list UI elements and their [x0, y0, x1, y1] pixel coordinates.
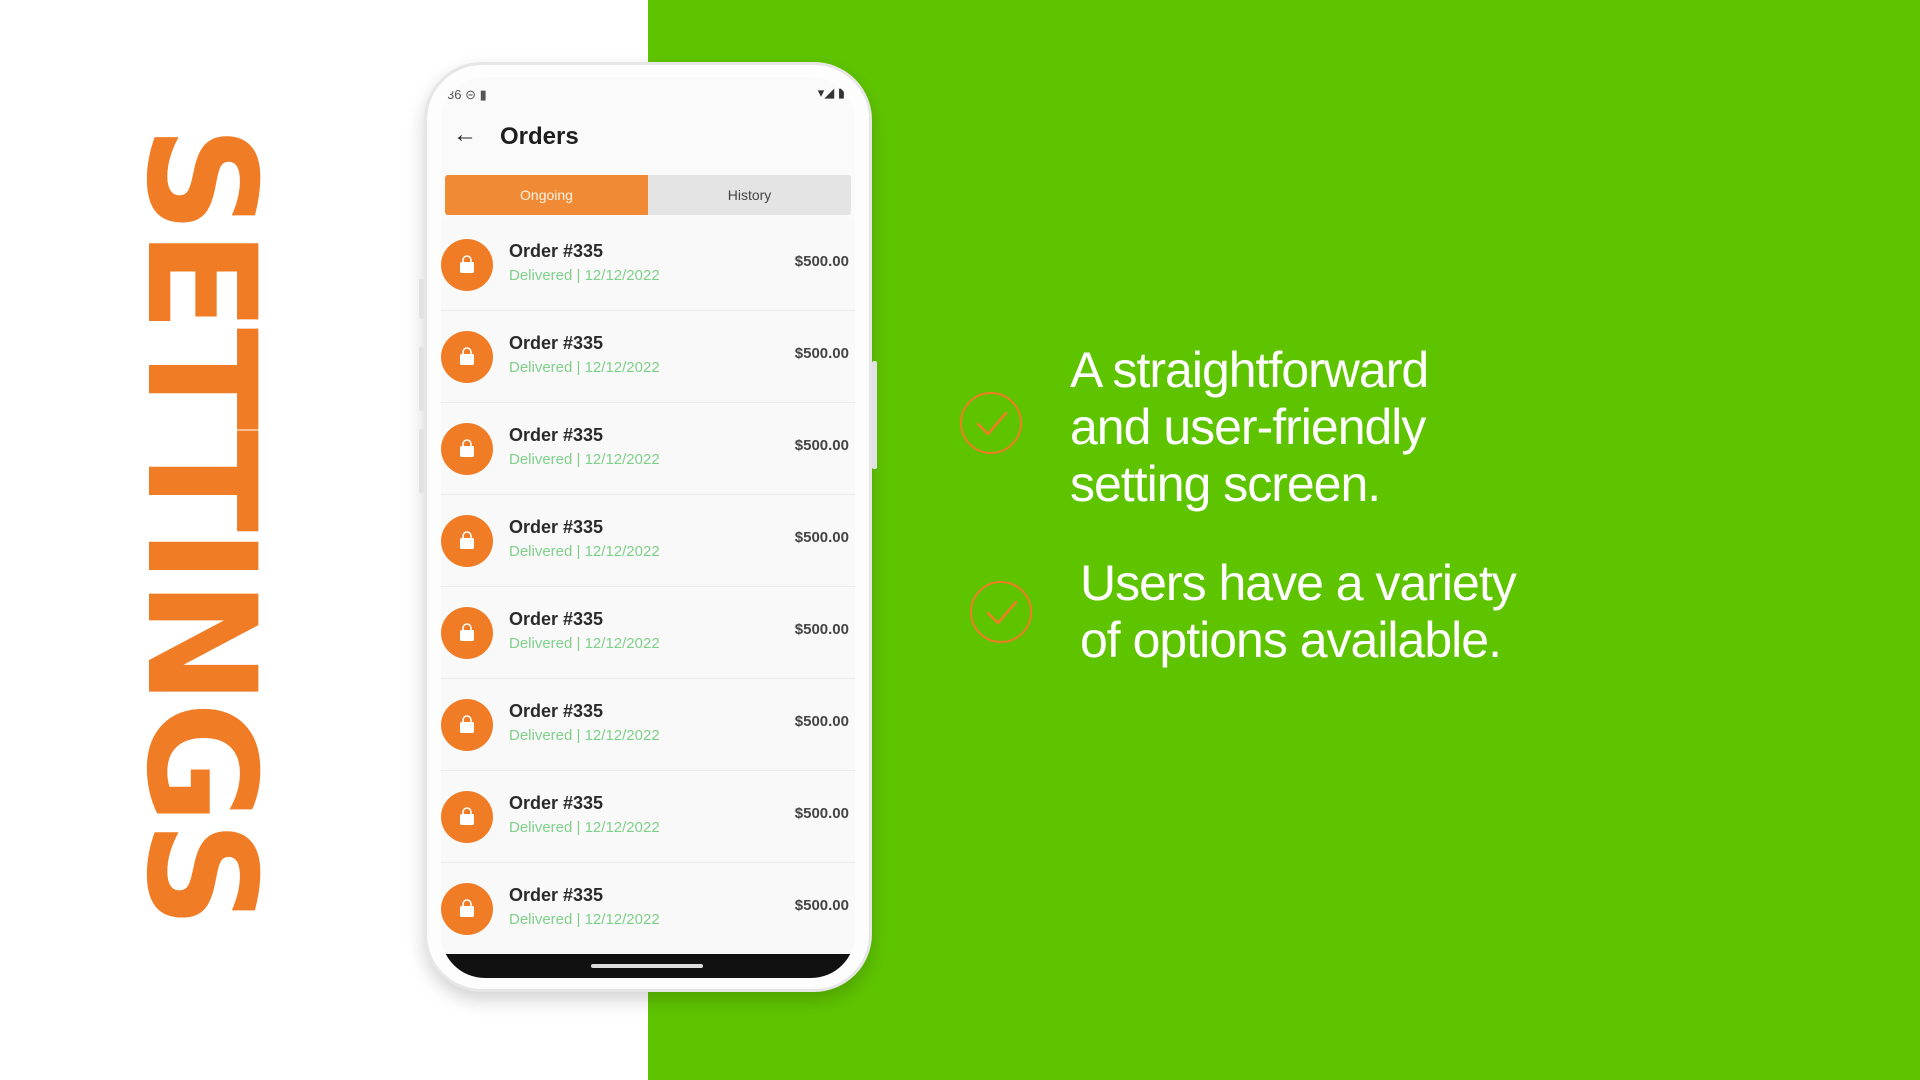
- order-status: Delivered | 12/12/2022: [509, 819, 660, 836]
- phone-mockup: 36 ⊝ ▮ ▾◢ ▮ ← Orders Ongoing History Ord…: [419, 62, 877, 992]
- order-title: Order #335: [509, 333, 604, 353]
- order-status: Delivered | 12/12/2022: [509, 267, 660, 284]
- order-title: Order #335: [509, 793, 604, 813]
- order-status: Delivered | 12/12/2022: [509, 359, 660, 376]
- tab-ongoing[interactable]: Ongoing: [445, 175, 648, 215]
- shopping-bag-icon: [441, 607, 493, 659]
- order-list-item[interactable]: Order #335 Delivered | 12/12/2022 $500.0…: [441, 403, 855, 495]
- status-bar-right: ▾◢ ▮: [817, 85, 845, 100]
- order-list-item[interactable]: Order #335 Delivered | 12/12/2022 $500.0…: [441, 679, 855, 771]
- orders-list: Order #335 Delivered | 12/12/2022 $500.0…: [441, 219, 855, 955]
- status-bar-left: 36 ⊝ ▮: [447, 87, 487, 102]
- phone-power-button: [872, 361, 877, 469]
- shopping-bag-icon: [441, 423, 493, 475]
- order-price: $500.00: [794, 529, 849, 546]
- order-status: Delivered | 12/12/2022: [509, 727, 660, 744]
- feature-text: Users have a variety of options availabl…: [1080, 555, 1517, 668]
- order-title: Order #335: [509, 701, 604, 721]
- order-list-item[interactable]: Order #335 Delivered | 12/12/2022 $500.0…: [441, 495, 855, 587]
- order-title: Order #335: [509, 241, 604, 261]
- feature-text: A straightforward and user-friendly sett…: [1070, 342, 1429, 512]
- home-gesture-pill[interactable]: [591, 964, 703, 968]
- order-price: $500.00: [794, 621, 849, 638]
- phone-side-button: [419, 279, 424, 319]
- phone-side-button: [419, 347, 424, 411]
- status-bar: 36 ⊝ ▮ ▾◢ ▮: [441, 77, 855, 111]
- order-title: Order #335: [509, 885, 604, 905]
- order-title: Order #335: [509, 425, 604, 445]
- order-list-item[interactable]: Order #335 Delivered | 12/12/2022 $500.0…: [441, 587, 855, 679]
- shopping-bag-icon: [441, 699, 493, 751]
- order-price: $500.00: [794, 253, 849, 270]
- order-list-item[interactable]: Order #335 Delivered | 12/12/2022 $500.0…: [441, 863, 855, 955]
- settings-heading: SETTINGS: [113, 125, 287, 925]
- order-price: $500.00: [794, 345, 849, 362]
- shopping-bag-icon: [441, 791, 493, 843]
- phone-screen: 36 ⊝ ▮ ▾◢ ▮ ← Orders Ongoing History Ord…: [441, 77, 855, 978]
- page-title: Orders: [500, 123, 579, 150]
- system-nav-bar: [441, 954, 855, 978]
- arrow-back-icon[interactable]: ←: [453, 123, 477, 147]
- order-status: Delivered | 12/12/2022: [509, 911, 660, 928]
- shopping-bag-icon: [441, 515, 493, 567]
- order-price: $500.00: [794, 437, 849, 454]
- order-status: Delivered | 12/12/2022: [509, 635, 660, 652]
- order-price: $500.00: [794, 897, 849, 914]
- order-price: $500.00: [794, 713, 849, 730]
- order-status: Delivered | 12/12/2022: [509, 543, 660, 560]
- order-title: Order #335: [509, 609, 604, 629]
- order-list-item[interactable]: Order #335 Delivered | 12/12/2022 $500.0…: [441, 311, 855, 403]
- shopping-bag-icon: [441, 331, 493, 383]
- order-list-item[interactable]: Order #335 Delivered | 12/12/2022 $500.0…: [441, 219, 855, 311]
- check-circle-icon: [960, 392, 1022, 454]
- shopping-bag-icon: [441, 883, 493, 935]
- order-title: Order #335: [509, 517, 604, 537]
- phone-side-button: [419, 429, 424, 493]
- shopping-bag-icon: [441, 239, 493, 291]
- order-status: Delivered | 12/12/2022: [509, 451, 660, 468]
- order-price: $500.00: [794, 805, 849, 822]
- check-circle-icon: [970, 581, 1032, 643]
- order-list-item[interactable]: Order #335 Delivered | 12/12/2022 $500.0…: [441, 771, 855, 863]
- app-bar: ← Orders: [441, 111, 855, 167]
- order-tabs: Ongoing History: [445, 175, 851, 215]
- tab-history[interactable]: History: [648, 175, 851, 215]
